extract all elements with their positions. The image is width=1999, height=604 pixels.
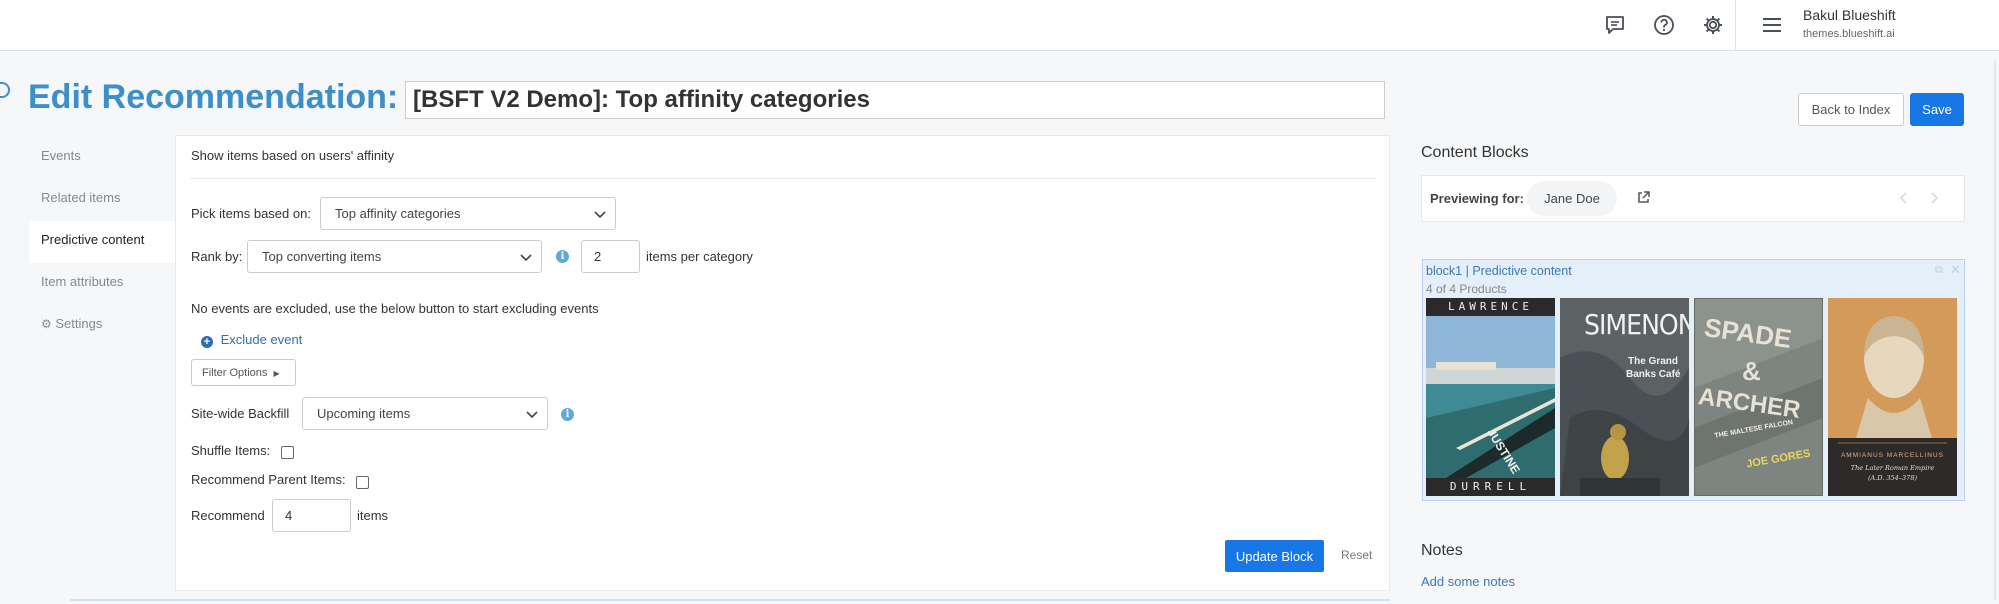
bottom-border (70, 599, 1390, 601)
book-title-line2: Banks Café (1626, 369, 1681, 380)
exclude-event-link[interactable]: + Exclude event (201, 332, 302, 348)
book-author-bottom: DURRELL (1449, 480, 1532, 493)
top-bar: Bakul Blueshift themes.blueshift.ai (0, 0, 1999, 51)
sidebar-item-label: Settings (55, 316, 103, 331)
gear-icon: ⚙ (41, 317, 52, 331)
sidebar-item-settings[interactable]: ⚙ Settings (29, 305, 175, 347)
panel-heading: Show items based on users' affinity (191, 148, 395, 163)
pick-items-select[interactable]: Top affinity categories (320, 197, 616, 230)
sidebar-item-label: Predictive content (41, 232, 145, 247)
sidebar-item-related-items[interactable]: Related items (29, 179, 175, 221)
collapse-icon[interactable] (0, 82, 10, 98)
save-button[interactable]: Save (1910, 93, 1964, 126)
book-title: The Later Roman Empire (1850, 464, 1935, 472)
notes-title: Notes (1421, 542, 1463, 559)
external-link-icon[interactable] (1636, 190, 1651, 208)
rank-by-select[interactable]: Top converting items (247, 240, 542, 273)
rank-by-label: Rank by: (191, 249, 243, 264)
update-block-button[interactable]: Update Block (1225, 540, 1324, 572)
chevron-down-icon (594, 211, 606, 219)
chevron-right-icon[interactable] (1928, 191, 1940, 208)
caret-right-icon: ▶ (273, 368, 280, 378)
chevron-down-icon (526, 411, 538, 419)
info-icon[interactable]: i (561, 408, 574, 421)
exclude-event-label: Exclude event (220, 332, 303, 347)
book-author: SIMENON (1584, 308, 1689, 341)
items-per-category-label: items per category (646, 249, 753, 264)
previewing-for-label: Previewing for: (1430, 191, 1524, 206)
recommend-label: Recommend (191, 508, 265, 523)
shuffle-items-checkbox[interactable] (281, 446, 294, 459)
pick-items-value: Top affinity categories (335, 206, 461, 221)
items-per-category-input[interactable]: 2 (581, 240, 640, 273)
filter-options-label: Filter Options (202, 366, 268, 379)
block-header: block1 | Predictive content (1426, 264, 1572, 278)
site-wide-backfill-select[interactable]: Upcoming items (302, 397, 548, 430)
chat-icon[interactable] (1602, 12, 1628, 38)
user-domain: themes.blueshift.ai (1803, 28, 1895, 40)
user-name[interactable]: Bakul Blueshift (1803, 7, 1896, 23)
reset-link[interactable]: Reset (1341, 548, 1372, 562)
content-block[interactable]: block1 | Predictive content 4 of 4 Produ… (1422, 259, 1965, 501)
book-author-top: LAWRENCE (1448, 300, 1533, 313)
chevron-down-icon (520, 254, 532, 262)
book-dates: (A.D. 354–378) (1867, 474, 1917, 482)
sidebar-item-predictive-content[interactable]: Predictive content (29, 221, 175, 263)
preview-bar: Previewing for: Jane Doe (1421, 175, 1965, 222)
book-title-line1: The Grand (1628, 356, 1679, 367)
rank-by-value: Top converting items (262, 249, 382, 264)
sidebar-item-label: Events (41, 148, 81, 163)
menu-icon[interactable] (1759, 12, 1785, 38)
sidebar-item-label: Item attributes (41, 274, 124, 289)
product-card[interactable]: SPADE & ARCHER THE MALTESE FALCON JOE GO… (1694, 298, 1823, 496)
sidebar-item-events[interactable]: Events (29, 137, 175, 179)
book-author: AMMIANUS MARCELLINUS (1840, 452, 1945, 459)
pick-items-label: Pick items based on: (191, 206, 311, 221)
content-blocks-title: Content Blocks (1421, 144, 1529, 161)
help-icon[interactable] (1651, 12, 1677, 38)
recommendation-name-input[interactable]: [BSFT V2 Demo]: Top affinity categories (405, 81, 1385, 119)
product-card[interactable]: LAWRENCE JUSTINE DURRELL (1426, 298, 1555, 496)
filter-options-button[interactable]: Filter Options ▶ (191, 359, 296, 386)
book-title-line2: & (1742, 356, 1761, 386)
page-title: Edit Recommendation: (28, 78, 399, 116)
info-icon[interactable]: i (556, 250, 569, 263)
preview-user-select[interactable]: Jane Doe (1527, 181, 1617, 216)
no-excluded-events-text: No events are excluded, use the below bu… (191, 301, 599, 316)
scrollbar-edge (1994, 60, 1997, 600)
copy-icon[interactable]: ⧉ (1935, 264, 1943, 277)
panel-divider (190, 178, 1376, 179)
product-card[interactable]: SIMENON The Grand Banks Café (1560, 298, 1689, 496)
site-wide-backfill-label: Site-wide Backfill (191, 406, 290, 421)
recommend-parent-label: Recommend Parent Items: (191, 472, 346, 487)
backfill-value: Upcoming items (317, 406, 411, 421)
shuffle-items-label: Shuffle Items: (191, 443, 271, 458)
sidebar-nav: Events Related items Predictive content … (29, 137, 175, 347)
recommend-parent-checkbox[interactable] (356, 476, 369, 489)
chevron-left-icon[interactable] (1898, 191, 1910, 208)
gear-icon[interactable] (1700, 12, 1726, 38)
recommend-count-input[interactable]: 4 (272, 499, 351, 532)
product-count: 4 of 4 Products (1426, 282, 1507, 296)
predictive-content-panel: Show items based on users' affinity Pick… (175, 135, 1390, 591)
plus-circle-icon: + (201, 336, 213, 348)
sidebar-item-item-attributes[interactable]: Item attributes (29, 263, 175, 305)
recommend-unit-label: items (357, 508, 389, 523)
back-to-index-button[interactable]: Back to Index (1798, 93, 1904, 126)
product-card[interactable]: AMMIANUS MARCELLINUS The Later Roman Emp… (1828, 298, 1957, 496)
book-cover-image (1426, 298, 1555, 496)
add-notes-link[interactable]: Add some notes (1421, 574, 1515, 589)
topbar-divider (1735, 0, 1736, 51)
sidebar-item-label: Related items (41, 190, 121, 205)
close-icon[interactable]: ✕ (1950, 262, 1961, 278)
